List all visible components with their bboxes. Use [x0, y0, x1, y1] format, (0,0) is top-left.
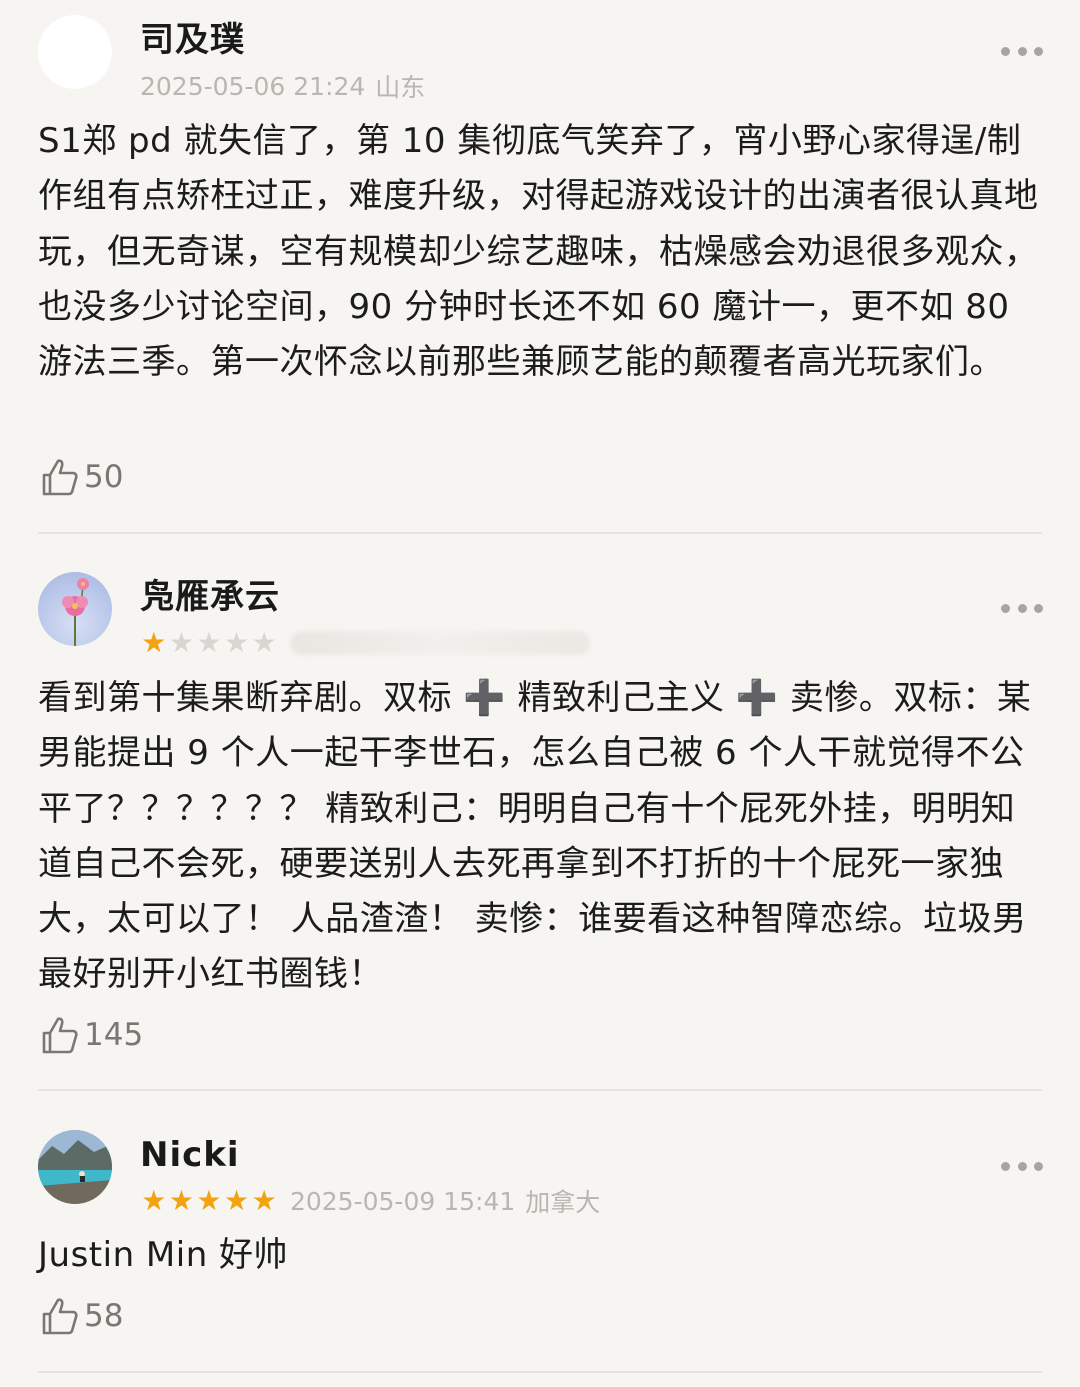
- username[interactable]: 司及璞: [140, 20, 245, 60]
- like-button[interactable]: 58: [40, 1294, 123, 1338]
- star-icon: ★: [196, 626, 222, 659]
- more-options-icon[interactable]: [1001, 601, 1043, 615]
- review-meta: 2025-05-06 21:24 山东: [140, 70, 426, 103]
- review-card: 司及璞 2025-05-06 21:24 山东 S1郑 pd 就失信了，第 10…: [0, 0, 1080, 535]
- more-options-icon[interactable]: [1001, 44, 1043, 58]
- star-icon: ★: [224, 1184, 250, 1217]
- star-icon: ★: [168, 626, 194, 659]
- lake-image: [38, 1130, 112, 1204]
- thumbs-up-icon: [42, 1298, 78, 1335]
- star-icon: ★: [251, 626, 277, 659]
- divider: [38, 1371, 1042, 1373]
- review-text: 看到第十集果断弃剧。双标 ➕ 精致利己主义 ➕ 卖惨。双标：某男能提出 9 个人…: [38, 678, 1032, 995]
- star-icon: ★: [224, 626, 250, 659]
- star-icon: ★: [168, 1184, 194, 1217]
- star-icon: ★: [141, 1184, 167, 1217]
- like-button[interactable]: 145: [40, 1013, 143, 1057]
- review-meta: ★ ★ ★ ★ ★ 2025-05-09 15:41 加拿大: [140, 1185, 601, 1218]
- star-icon: ★: [141, 626, 167, 659]
- star-rating: ★ ★ ★ ★ ★: [140, 1186, 278, 1216]
- like-count: 58: [84, 1298, 124, 1334]
- avatar[interactable]: [38, 15, 112, 89]
- review-meta: ★ ★ ★ ★ ★: [140, 627, 590, 659]
- star-rating: ★ ★ ★ ★ ★: [140, 628, 278, 658]
- blurred-meta: [289, 631, 590, 655]
- like-button[interactable]: 50: [40, 455, 123, 499]
- review-date: 2025-05-06 21:24: [140, 71, 366, 101]
- review-text: S1郑 pd 就失信了，第 10 集彻底气笑弃了，宵小野心家得逞/制作组有点矫枉…: [38, 121, 1039, 383]
- review-date: 2025-05-09 15:41: [289, 1186, 516, 1216]
- like-count: 145: [84, 1017, 144, 1053]
- review-location: 山东: [375, 73, 426, 102]
- review-card: Nicki ★ ★ ★ ★ ★ 2025-05-09 15:41 加拿大 Jus…: [0, 1091, 1080, 1387]
- thumbs-up-icon: [42, 459, 78, 496]
- username[interactable]: 凫雁承云: [140, 577, 280, 617]
- thumbs-up-icon: [42, 1017, 78, 1054]
- star-icon: ★: [196, 1184, 222, 1217]
- star-icon: ★: [251, 1184, 277, 1217]
- more-options-icon[interactable]: [1001, 1159, 1043, 1173]
- review-location: 加拿大: [525, 1188, 601, 1217]
- username[interactable]: Nicki: [140, 1135, 240, 1175]
- like-count: 50: [84, 459, 124, 495]
- avatar[interactable]: [38, 572, 112, 646]
- flower-image: [62, 578, 89, 646]
- avatar[interactable]: [38, 1130, 112, 1204]
- divider: [38, 532, 1042, 534]
- review-card: 凫雁承云 ★ ★ ★ ★ ★ 看到第十集果断弃剧。双标 ➕ 精致利己主义 ➕ 卖…: [0, 535, 1080, 1091]
- review-text: Justin Min 好帅: [38, 1235, 289, 1275]
